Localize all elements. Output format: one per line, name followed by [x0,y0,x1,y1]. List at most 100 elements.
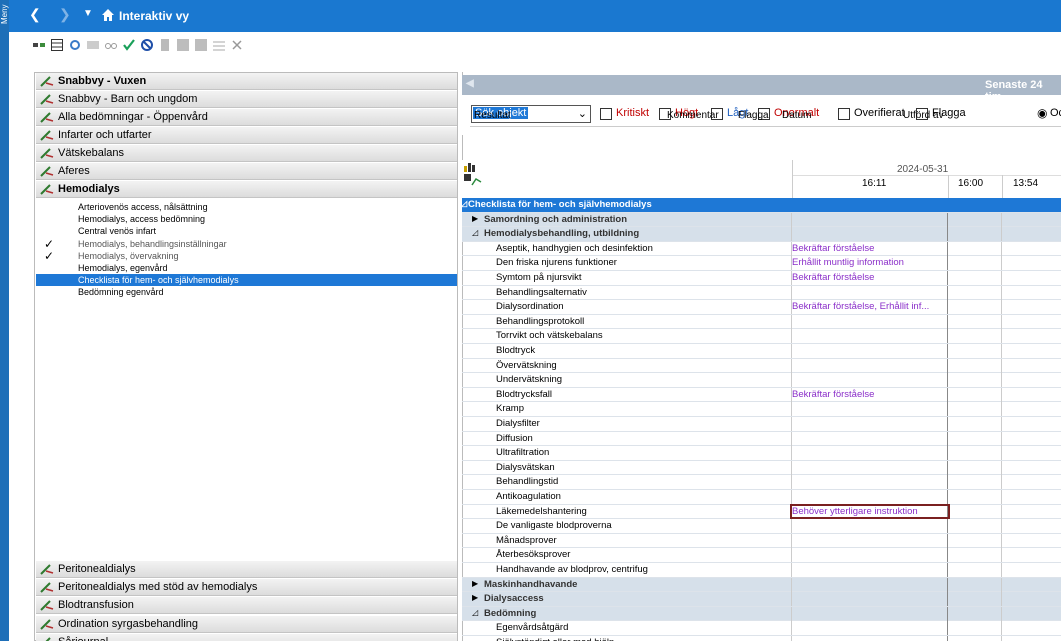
expand-arrow-icon[interactable]: ▶ [472,214,478,223]
glasses-icon[interactable] [105,39,117,51]
table-row[interactable]: Blodtryck [462,344,1061,359]
checkmark-icon[interactable] [123,39,135,51]
close-icon[interactable] [231,39,243,51]
nav-group[interactable]: Blodtransfusion [36,597,457,615]
result-value-cell[interactable]: Erhållit muntlig information [792,257,904,268]
table-row[interactable]: Den friska njurens funktioner Erhållit mu… [462,256,1061,271]
nav-item[interactable]: Hemodialys, egenvård [36,262,457,274]
table-row[interactable]: Undervätskning [462,373,1061,388]
grid-line [791,431,792,446]
table-row[interactable]: Övervätskning [462,358,1061,374]
table-row[interactable]: Månadsprover [462,533,1061,549]
table-row[interactable]: Handhavande av blodprov, centrifug [462,563,1061,578]
menu-side-tab[interactable]: Meny [0,0,9,641]
nav-group[interactable]: Ordination syrgasbehandling [36,615,457,633]
column-header-row: Resultat Kommentar Flagga Datum Utförd av [470,104,1061,128]
column-header[interactable]: Flagga [738,110,769,121]
back-arrow-icon[interactable]: ❮ [29,6,41,23]
table-row[interactable]: Behandlingsprotokoll [462,314,1061,330]
grid-icon[interactable] [87,39,99,51]
table-row[interactable]: Dialysfilter [462,417,1061,432]
grid-line [947,402,948,417]
app-window: Meny ❮ ❯ ▼ Interaktiv vy Snabbvy - Vuxen… [0,0,1061,641]
grid-line [947,314,948,329]
grid-line [947,344,948,358]
nav-group[interactable]: Infarter och utfarter [36,127,457,144]
column-header[interactable]: Datum [782,110,811,121]
nav-item[interactable]: Arteriovenös access, nålsättning [36,201,457,213]
nav-group[interactable]: Snabbvy - Vuxen [36,73,457,90]
checkmark-icon: ✓ [44,248,55,263]
grid-line [791,548,792,563]
expand-arrow-icon[interactable]: ▶ [472,579,478,588]
table-row[interactable]: De vanligaste blodproverna [462,519,1061,534]
nav-group[interactable]: Peritonealdialys [36,561,457,578]
table-row[interactable]: Återbesöksprover [462,548,1061,563]
nav-group[interactable]: Alla bedömningar - Öppenvård [36,109,457,126]
section-row[interactable]: ◿ Bedömning [462,606,1061,622]
grid-line [1001,548,1002,563]
table-row[interactable]: Torrvikt och vätskebalans [462,329,1061,344]
table-row[interactable]: Läkemedelshantering Behöver ytterligare i… [462,503,1061,520]
table-row[interactable]: Behandlingstid [462,475,1061,490]
column-header[interactable]: Utförd av [903,110,944,121]
table-row[interactable]: Ultrafiltration [462,446,1061,461]
result-value-cell[interactable]: Bekräftar förståelse [792,243,874,254]
section-row[interactable]: ◿ Checklista för hem- och självhemodialys [461,198,1061,213]
table-row[interactable]: Behandlingsalternativ [462,285,1061,301]
section-row[interactable]: ▶ Dialysaccess [462,592,1061,607]
refresh-icon[interactable] [69,39,81,51]
nav-item[interactable]: Hemodialys, access bedömning [36,213,457,225]
nav-item[interactable]: Checklista för hem- och självhemodialys [36,274,457,287]
dropdown-icon[interactable]: ▼ [83,8,93,19]
cancel-icon[interactable] [141,39,153,51]
table-row[interactable]: Dialysordination Bekräftar förståelse, Er… [462,300,1061,315]
forward-arrow-icon[interactable]: ❯ [59,6,71,23]
nav-item[interactable]: Central venös infart [36,225,457,237]
list-icon[interactable] [213,39,225,51]
table-row[interactable]: Dialysvätskan [462,460,1061,476]
table-row[interactable]: Antikoagulation [462,490,1061,505]
nav-group[interactable]: Aferes [36,163,457,180]
expand-arrow-icon[interactable]: ▶ [472,593,478,602]
result-value-cell[interactable]: Bekräftar förståelse [792,272,874,283]
home-icon[interactable] [101,8,115,22]
grid-line [947,271,948,285]
table-row[interactable]: Diffusion [462,431,1061,447]
table-row[interactable]: Symtom på njursvikt Bekräftar förståelse [462,271,1061,286]
link-icon[interactable] [33,39,45,51]
table-row[interactable]: Blodtrycksfall Bekräftar förståelse [462,387,1061,403]
table-row[interactable]: Kramp [462,402,1061,417]
nav-item[interactable]: Bedömning egenvård [36,286,457,298]
grid-line [1001,490,1002,504]
collapse-left-icon[interactable]: ◀ [466,78,474,89]
collapse-arrow-icon[interactable]: ◿ [461,199,467,208]
table-icon[interactable] [51,39,63,51]
result-value-cell[interactable]: Bekräftar förståelse, Erhållit inf... [792,301,929,312]
nav-item[interactable]: ✓ Hemodialys, övervakning [36,248,457,263]
result-value-cell[interactable]: Bekräftar förståelse [792,389,874,400]
result-value-cell[interactable]: Behöver ytterligare instruktion [790,503,950,519]
column-header[interactable]: Resultat [474,110,511,121]
table-row[interactable]: Självständigt eller med hjälp [462,636,1061,641]
collapse-arrow-icon[interactable]: ◿ [472,608,478,617]
nav-item[interactable]: ✓ Hemodialys, behandlingsinställningar [36,237,457,251]
chart-icon[interactable] [464,162,480,172]
section-row[interactable]: ▶ Maskinhandhavande [462,577,1061,593]
nav-group[interactable]: Peritonealdialys med stöd av hemodialys [36,579,457,597]
nav-group[interactable]: Hemodialys [36,181,457,198]
column-header[interactable]: Kommentar [667,110,719,121]
nav-group-label: Vätskebalans [58,147,125,159]
document-icon[interactable] [159,39,171,51]
nav-group[interactable]: Sårjournal [36,633,457,641]
square-icon-2[interactable] [195,39,207,51]
section-row[interactable]: ▶ Samordning och administration [462,212,1061,228]
section-row[interactable]: ◿ Hemodialysbehandling, utbildning [462,227,1061,242]
collapse-arrow-icon[interactable]: ◿ [472,228,478,237]
graph-icon[interactable] [464,174,482,186]
table-row[interactable]: Egenvårdsåtgärd [462,621,1061,636]
table-row[interactable]: Aseptik, handhygien och desinfektion Bekr… [462,241,1061,257]
nav-group[interactable]: Snabbvy - Barn och ungdom [36,91,457,108]
nav-group[interactable]: Vätskebalans [36,145,457,162]
square-icon[interactable] [177,39,189,51]
